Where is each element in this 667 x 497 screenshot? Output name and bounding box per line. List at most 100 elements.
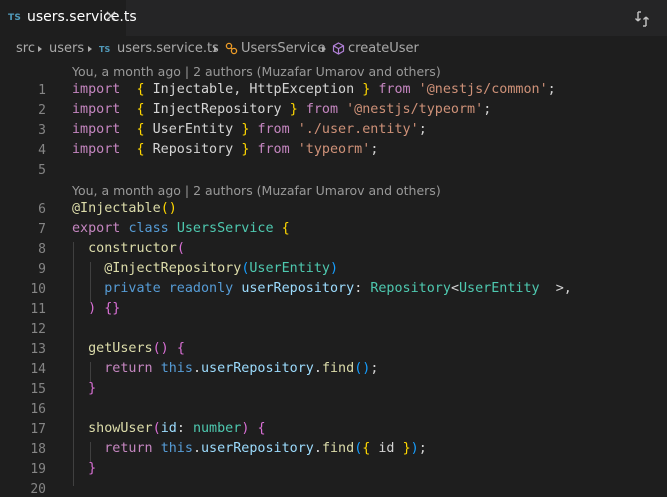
codelens-blame[interactable]: You, a month ago | 2 authors (Muzafar Um…: [72, 183, 441, 198]
typescript-file-icon: TS: [99, 45, 111, 54]
chevron-right-icon: [214, 46, 218, 52]
code-token: }: [88, 381, 97, 396]
code-token: 'typeorm': [297, 142, 371, 157]
codelens-blame[interactable]: You, a month ago | 2 authors (Muzafar Um…: [72, 64, 441, 79]
code-token: id: [160, 421, 177, 436]
code-line[interactable]: import { Repository } from 'typeorm';: [72, 142, 378, 157]
code-token: import: [72, 142, 121, 157]
code-line[interactable]: import { Injectable, HttpException } fro…: [72, 82, 556, 97]
code-token: ;: [418, 441, 427, 456]
chevron-right-icon: [322, 46, 326, 52]
code-line[interactable]: private readonly userRepository: Reposit…: [72, 281, 572, 296]
tab-users-service[interactable]: TS users.service.ts ×: [0, 0, 137, 36]
code-token: {}: [104, 301, 121, 316]
breadcrumb-users[interactable]: users: [49, 41, 84, 56]
breadcrumb-method[interactable]: createUser: [348, 41, 419, 56]
code-token: Injectable, HttpException: [144, 82, 363, 97]
line-number: 6: [38, 202, 46, 217]
code-token: return: [104, 361, 153, 376]
code-token: .: [313, 441, 322, 456]
breadcrumb-src[interactable]: src: [16, 41, 35, 56]
line-number: 3: [38, 123, 46, 138]
code-line[interactable]: import { InjectRepository } from '@nestj…: [72, 102, 491, 117]
code-token: import: [72, 102, 121, 117]
code-token: ): [330, 261, 339, 276]
code-token: {: [136, 122, 145, 137]
code-token: .: [192, 361, 201, 376]
code-token: userRepository: [201, 441, 314, 456]
code-token: }: [289, 102, 298, 117]
code-token: :: [176, 421, 193, 436]
code-line[interactable]: import { UserEntity } from './user.entit…: [72, 122, 427, 137]
code-token: return: [104, 441, 153, 456]
code-token: @Injectable: [72, 201, 161, 216]
code-token: '@nestjs/typeorm': [346, 102, 484, 117]
code-line[interactable]: }: [72, 381, 96, 396]
code-line[interactable]: return this.userRepository.find({ id });: [72, 441, 427, 456]
code-token: (: [152, 421, 161, 436]
line-number: 4: [38, 143, 46, 158]
tab-bar: TS users.service.ts ×: [0, 0, 667, 36]
code-token: ): [410, 441, 419, 456]
code-token: Repository: [370, 281, 451, 296]
code-token: ;: [483, 102, 492, 117]
code-token: from: [378, 82, 411, 97]
code-line[interactable]: @InjectRepository(UserEntity): [72, 261, 338, 276]
code-token: './user.entity': [297, 122, 419, 137]
code-token: userRepository: [201, 361, 314, 376]
line-number: 12: [30, 322, 46, 337]
code-token: find: [321, 361, 355, 376]
code-token: import: [72, 82, 121, 97]
code-line[interactable]: getUsers() {: [72, 341, 185, 356]
code-token: showUser: [88, 421, 153, 436]
code-token: getUsers: [88, 341, 153, 356]
class-icon: [225, 42, 238, 59]
code-line[interactable]: export class UsersService {: [72, 221, 290, 236]
line-number: 10: [30, 282, 46, 297]
code-token: constructor: [88, 241, 177, 256]
code-token: {: [136, 142, 145, 157]
code-token: this: [160, 441, 193, 456]
code-line[interactable]: @Injectable(): [72, 201, 177, 216]
code-token: {: [176, 341, 185, 356]
code-token: readonly: [168, 281, 234, 296]
breadcrumb-class[interactable]: UsersService: [241, 41, 325, 56]
code-token: UserEntity: [144, 122, 242, 137]
open-changes-icon[interactable]: [632, 9, 652, 29]
code-line[interactable]: constructor(: [72, 241, 185, 256]
line-number: 2: [38, 103, 46, 118]
code-token: from: [305, 102, 339, 117]
code-token: UserEntity: [249, 261, 330, 276]
code-line[interactable]: showUser(id: number) {: [72, 421, 265, 436]
typescript-file-icon: TS: [8, 13, 22, 23]
close-icon[interactable]: ×: [102, 7, 120, 25]
code-line[interactable]: return this.userRepository.find();: [72, 361, 378, 376]
line-number: 11: [30, 302, 46, 317]
line-number: 13: [30, 342, 46, 357]
code-line[interactable]: ) {}: [72, 301, 120, 316]
line-number: 15: [30, 382, 46, 397]
code-token: .: [313, 361, 322, 376]
code-line[interactable]: }: [72, 461, 96, 476]
code-token: class: [128, 221, 169, 236]
code-editor[interactable]: You, a month ago | 2 authors (Muzafar Um…: [0, 62, 667, 497]
code-token: ): [88, 301, 97, 316]
code-token: (): [152, 341, 169, 356]
line-number: 14: [30, 362, 46, 377]
breadcrumb-file[interactable]: users.service.ts: [117, 41, 219, 56]
code-token: from: [257, 122, 290, 137]
code-token: >,: [539, 281, 572, 296]
code-token: @InjectRepository: [104, 261, 242, 276]
